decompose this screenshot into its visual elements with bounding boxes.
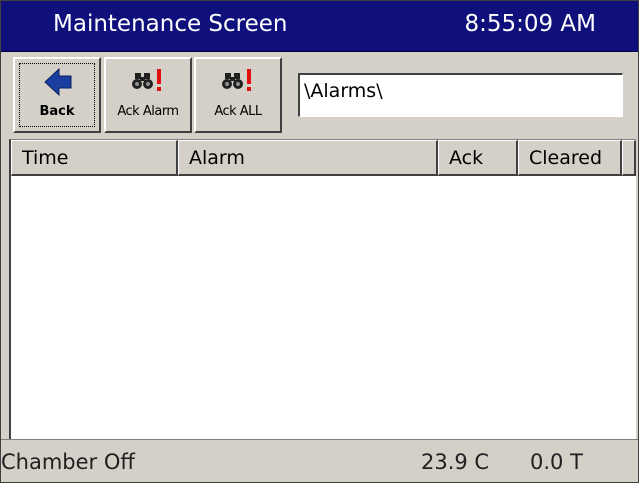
binoculars-exclamation-icon: [196, 67, 280, 97]
clock: 8:55:09 AM: [464, 11, 596, 37]
back-label: Back: [39, 104, 75, 119]
ack-alarm-button[interactable]: Ack Alarm: [104, 57, 192, 133]
ack-alarm-label: Ack Alarm: [117, 104, 179, 119]
column-header-ack[interactable]: Ack: [438, 140, 518, 176]
title-bar: Maintenance Screen 8:55:09 AM: [1, 1, 638, 52]
column-header-filler: [622, 140, 636, 176]
column-header-time[interactable]: Time: [11, 140, 178, 176]
path-field[interactable]: \Alarms\: [298, 73, 623, 117]
column-header-cleared[interactable]: Cleared: [518, 140, 622, 176]
back-button[interactable]: Back: [13, 57, 101, 133]
alarm-grid[interactable]: Time Alarm Ack Cleared: [9, 139, 636, 439]
status-bar: Chamber Off 23.9 C 0.0 T: [1, 439, 638, 482]
humidity-readout: 0.0 T: [530, 450, 583, 474]
maintenance-screen: Maintenance Screen 8:55:09 AM Back Ack A…: [0, 0, 639, 483]
ack-all-label: Ack ALL: [214, 104, 262, 119]
toolbar: Back Ack Alarm Ack ALL \Alarms\: [1, 52, 638, 138]
left-arrow-icon: [15, 67, 99, 97]
ack-all-button[interactable]: Ack ALL: [194, 57, 282, 133]
grid-header: Time Alarm Ack Cleared: [11, 140, 636, 176]
temperature-readout: 23.9 C: [421, 450, 490, 474]
chamber-status: Chamber Off: [1, 450, 135, 474]
screen-title: Maintenance Screen: [53, 11, 288, 37]
column-header-alarm[interactable]: Alarm: [178, 140, 438, 176]
binoculars-exclamation-icon: [106, 67, 190, 97]
